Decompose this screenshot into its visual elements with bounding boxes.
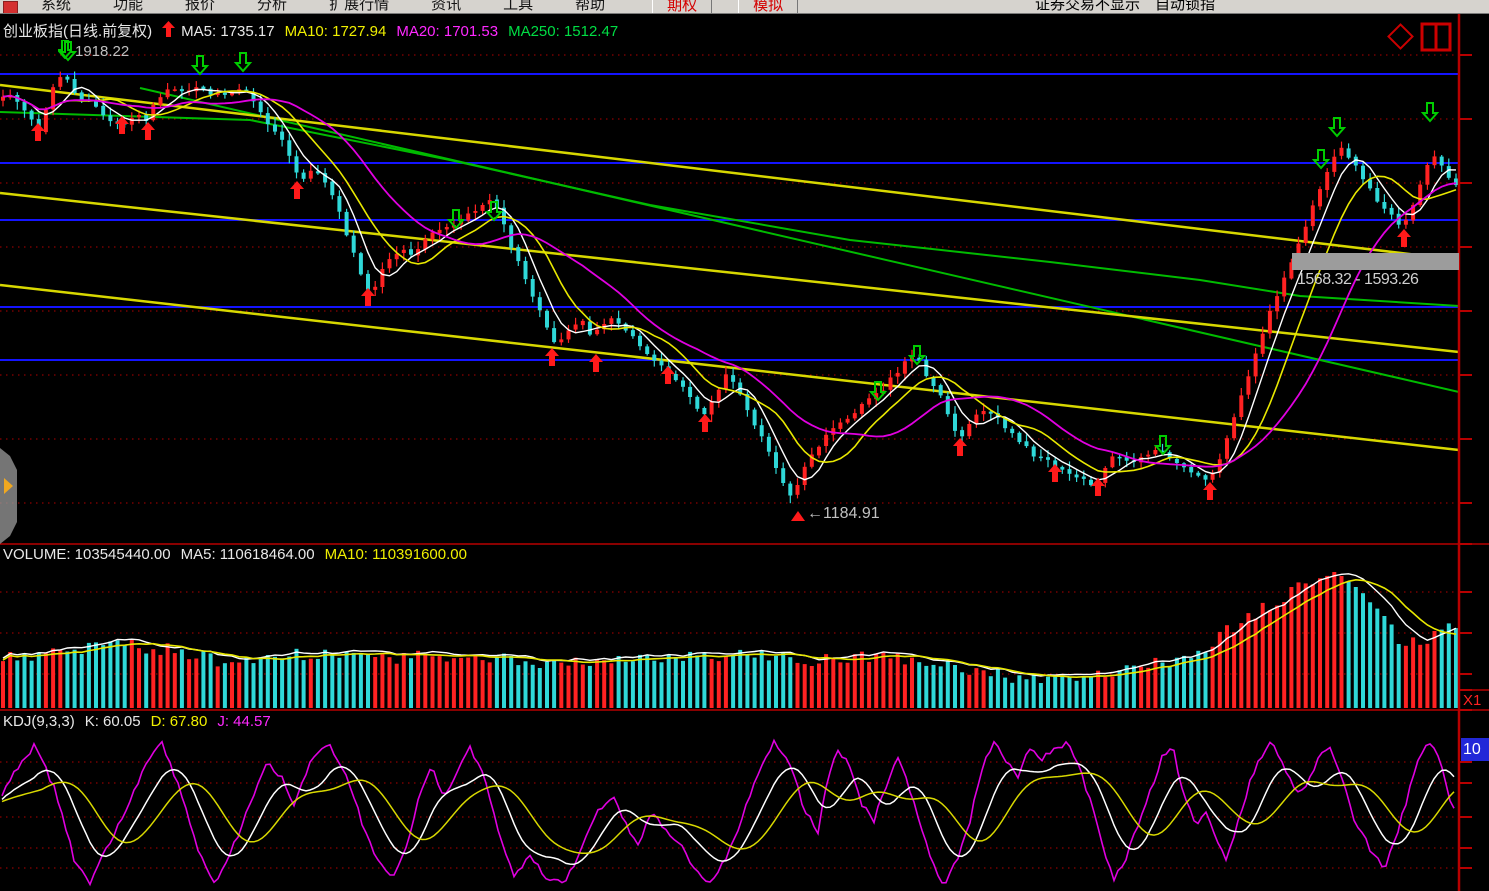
trend-up-icon — [162, 21, 175, 42]
symbol-title[interactable]: 创业板指(日线.前复权) — [3, 23, 152, 41]
ma250-value: MA250: 1512.47 — [508, 23, 618, 41]
ma10-value: MA10: 1727.94 — [285, 23, 387, 41]
trading-terminal: 系统 功能 报价 分析 扩展行情 资讯 工具 帮助 期权 模拟 证券交易不显示 … — [0, 0, 1489, 891]
menu-item-analysis[interactable]: 分析 — [236, 0, 308, 14]
low-marker-icon — [791, 511, 805, 521]
volume-ma5-value: MA5: 110618464.00 — [181, 546, 315, 564]
menu-button-simulation[interactable]: 模拟 — [738, 0, 798, 14]
menu-item-news[interactable]: 资讯 — [410, 0, 482, 14]
menu-bar: 系统 功能 报价 分析 扩展行情 资讯 工具 帮助 期权 模拟 证券交易不显示 … — [0, 0, 1489, 14]
menu-item-tools[interactable]: 工具 — [482, 0, 554, 14]
menu-item-function[interactable]: 功能 — [92, 0, 164, 14]
ma5-value: MA5: 1735.17 — [181, 23, 274, 41]
down-arrow-icon — [58, 40, 72, 64]
menu-item-help[interactable]: 帮助 — [554, 0, 626, 14]
volume-indicator-header: VOLUME: 103545440.00 MA5: 110618464.00 M… — [3, 546, 477, 564]
menu-item-system[interactable]: 系统 — [20, 0, 92, 14]
window-split-icon[interactable] — [1422, 24, 1450, 50]
menu-item-extended[interactable]: 扩展行情 — [308, 0, 410, 14]
kdj-scale-label: 10 — [1461, 738, 1489, 761]
app-icon[interactable] — [3, 1, 18, 14]
d-value: D: 67.80 — [151, 713, 208, 731]
gap-zone-band — [1292, 253, 1459, 270]
diamond-icon[interactable] — [1388, 24, 1412, 48]
main-indicator-header: 创业板指(日线.前复权) MA5: 1735.17 MA10: 1727.94 … — [3, 21, 628, 42]
high-price-label: 1918.22 — [75, 43, 129, 61]
high-annotation: 1918.22 — [58, 40, 139, 64]
chart-canvas[interactable] — [0, 0, 1489, 891]
sidebar-handle[interactable] — [0, 448, 22, 549]
pane-corner-icons — [1384, 22, 1456, 57]
x-scale-label: X1 — [1463, 692, 1481, 709]
menu-item-quotes[interactable]: 报价 — [164, 0, 236, 14]
low-price-label: ←1184.91 — [807, 505, 880, 523]
volume-value[interactable]: VOLUME: 103545440.00 — [3, 546, 171, 564]
menu-button-options[interactable]: 期权 — [652, 0, 712, 14]
volume-ma10-value: MA10: 110391600.00 — [325, 546, 467, 564]
gap-range-label: 1568.32 - 1593.26 — [1297, 271, 1418, 289]
kdj-name[interactable]: KDJ(9,3,3) — [3, 713, 75, 731]
menu-right-status: 证券交易不显示 自动锁指 — [1035, 0, 1215, 14]
k-value: K: 60.05 — [85, 713, 141, 731]
kdj-indicator-header: KDJ(9,3,3) K: 60.05 D: 67.80 J: 44.57 — [3, 713, 281, 731]
ma20-value: MA20: 1701.53 — [396, 23, 498, 41]
j-value: J: 44.57 — [217, 713, 270, 731]
low-annotation: ←1184.91 — [791, 505, 880, 523]
